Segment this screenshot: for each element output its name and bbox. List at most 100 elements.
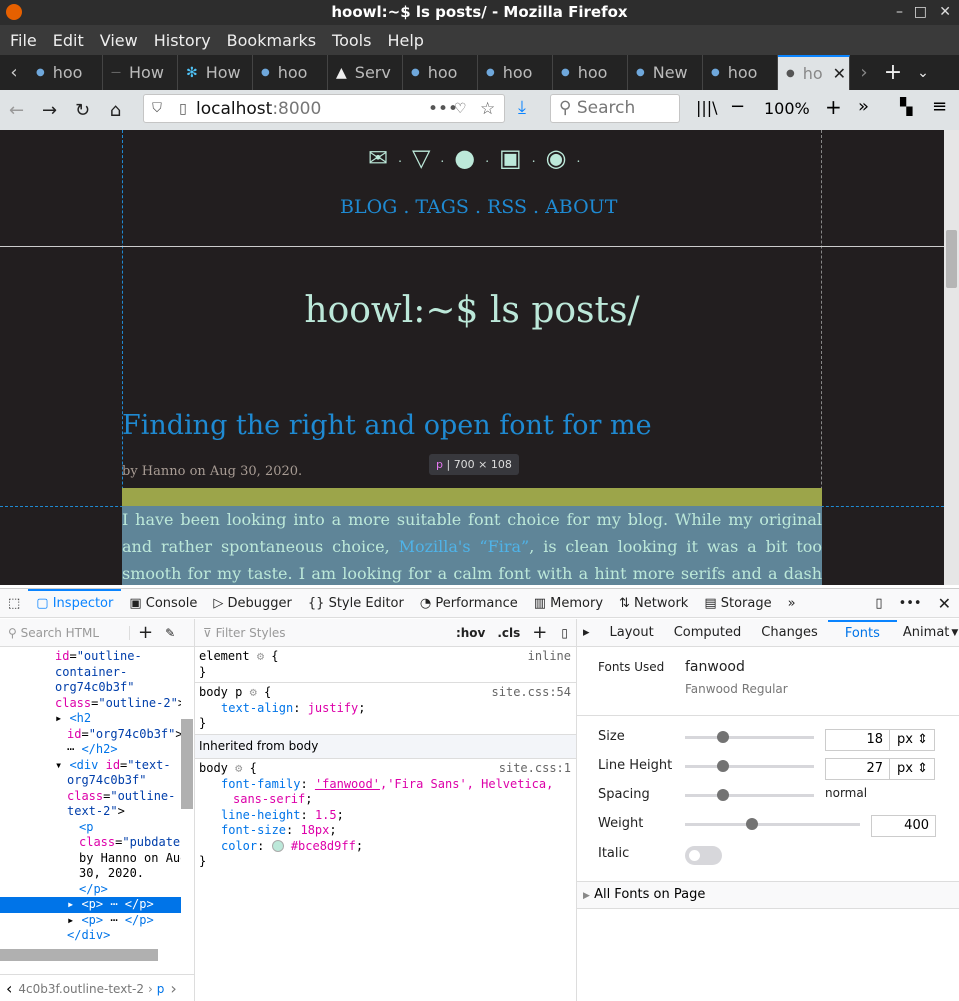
new-tab-button[interactable]: + xyxy=(878,60,908,85)
tab[interactable]: — How xyxy=(103,55,178,90)
tab-layout[interactable]: Layout xyxy=(600,625,664,640)
tab-memory[interactable]: ▥ Memory xyxy=(526,589,611,618)
menu-view[interactable]: View xyxy=(92,31,146,50)
breadcrumb-current[interactable]: p xyxy=(157,982,165,996)
page-actions-icon[interactable]: ••• xyxy=(428,99,458,119)
extensions-icon[interactable]: ▚ xyxy=(900,97,912,116)
search-html-input[interactable]: ⚲ Search HTML xyxy=(0,625,130,640)
mastodon-icon[interactable]: ◉ xyxy=(546,144,567,172)
size-slider[interactable] xyxy=(685,731,814,743)
menu-bookmarks[interactable]: Bookmarks xyxy=(219,31,324,50)
tab[interactable]: ● hoo xyxy=(478,55,553,90)
rule-gear-icon[interactable]: ⚙ xyxy=(250,685,257,699)
minimize-button[interactable]: – xyxy=(896,0,903,24)
markup-scrollbar[interactable] xyxy=(181,719,193,809)
hamburger-menu-icon[interactable]: ≡ xyxy=(932,96,947,117)
email-icon[interactable]: ✉ xyxy=(368,144,388,172)
filter-styles-input[interactable]: ⊽ Filter Styles xyxy=(195,626,286,640)
forward-button[interactable]: → xyxy=(33,100,66,121)
reload-button[interactable]: ↻ xyxy=(66,100,99,121)
tab[interactable]: ● New xyxy=(628,55,703,90)
weight-slider[interactable] xyxy=(685,818,860,830)
tab-changes[interactable]: Changes xyxy=(751,625,828,640)
markup-hscrollbar[interactable] xyxy=(0,949,158,961)
all-fonts-section[interactable]: ▶ All Fonts on Page xyxy=(577,881,959,909)
zoom-out-button[interactable]: − xyxy=(730,96,745,117)
size-unit-select[interactable]: px ⇕ xyxy=(889,729,935,751)
zoom-level[interactable]: 100% xyxy=(764,99,810,118)
source-link[interactable]: site.css:1 xyxy=(499,761,571,777)
pocket-icon[interactable]: ♡ xyxy=(454,101,480,117)
source-link[interactable]: site.css:54 xyxy=(492,685,571,701)
eyedropper-icon[interactable]: ✎ xyxy=(161,626,179,640)
scrollbar-thumb[interactable] xyxy=(946,230,957,288)
gitlab-icon[interactable]: ▽ xyxy=(412,144,430,172)
rule-gear-icon[interactable]: ⚙ xyxy=(257,649,264,663)
tab[interactable]: ● hoo xyxy=(253,55,328,90)
breadcrumb-item[interactable]: 4c0b3f.outline-text-2 xyxy=(18,982,144,996)
close-devtools-button[interactable]: ✕ xyxy=(930,589,959,618)
spacing-slider[interactable] xyxy=(685,789,814,801)
page-scrollbar[interactable] xyxy=(944,130,959,585)
tree-node-div[interactable]: ▾ <div id="text- xyxy=(0,758,181,774)
size-input[interactable]: 18 xyxy=(825,729,890,751)
tree-node-p-selected[interactable]: ▸ <p> ⋯ </p> xyxy=(0,897,181,913)
color-swatch[interactable] xyxy=(271,840,284,852)
tab-fonts[interactable]: Fonts xyxy=(827,619,897,646)
nav-tags[interactable]: TAGS xyxy=(415,196,469,218)
overflow-menu-icon[interactable]: » xyxy=(858,96,869,117)
search-input[interactable]: ⚲ Search xyxy=(550,94,680,123)
tabs-scroll-left-icon[interactable]: ‹ xyxy=(0,62,28,83)
dropdown-icon[interactable]: ▼ xyxy=(951,628,958,638)
tab[interactable]: ● hoo xyxy=(703,55,778,90)
tab-style-editor[interactable]: {} Style Editor xyxy=(300,589,412,618)
close-window-button[interactable]: ✕ xyxy=(939,0,951,24)
nav-about[interactable]: ABOUT xyxy=(545,196,617,218)
liberapay-icon[interactable]: ▣ xyxy=(499,144,522,172)
tree-node-h2[interactable]: ▸ <h2 xyxy=(0,711,181,727)
line-height-input[interactable]: 27 xyxy=(825,758,890,780)
zoom-in-button[interactable]: + xyxy=(825,95,842,119)
tab[interactable]: ▲ Serv xyxy=(328,55,403,90)
back-button[interactable]: ← xyxy=(0,100,33,121)
add-rule-button[interactable]: + xyxy=(526,622,553,643)
tab-active[interactable]: ● ho ✕ xyxy=(778,55,850,90)
tab-storage[interactable]: ▤ Storage xyxy=(696,589,779,618)
tab-inspector[interactable]: ▢ Inspector xyxy=(28,588,122,618)
download-icon[interactable]: ⤓ xyxy=(518,97,526,118)
maximize-button[interactable]: □ xyxy=(914,0,927,24)
line-height-unit-select[interactable]: px ⇕ xyxy=(889,758,935,780)
tab-computed[interactable]: Computed xyxy=(664,625,752,640)
tab[interactable]: ✻ How xyxy=(178,55,253,90)
line-height-slider[interactable] xyxy=(685,760,814,772)
home-button[interactable]: ⌂ xyxy=(99,100,132,121)
menu-history[interactable]: History xyxy=(146,31,219,50)
breadcrumb-right-icon[interactable]: › xyxy=(164,979,182,998)
responsive-design-icon[interactable]: ▯ xyxy=(867,589,890,618)
more-tools-icon[interactable]: » xyxy=(780,589,804,618)
tab-debugger[interactable]: ▷ Debugger xyxy=(205,589,300,618)
nav-blog[interactable]: BLOG xyxy=(340,196,397,218)
tab-network[interactable]: ⇅ Network xyxy=(611,589,696,618)
weight-input[interactable]: 400 xyxy=(871,815,936,837)
menu-file[interactable]: File xyxy=(2,31,45,50)
tab-console[interactable]: ▣ Console xyxy=(121,589,205,618)
breadcrumb-left-icon[interactable]: ‹ xyxy=(0,979,18,998)
cls-toggle[interactable]: .cls xyxy=(491,626,526,640)
tab-performance[interactable]: ◔ Performance xyxy=(412,589,526,618)
bookmark-star-icon[interactable]: ☆ xyxy=(480,99,504,119)
italic-toggle[interactable] xyxy=(685,846,722,865)
print-simulation-icon[interactable]: ▯ xyxy=(553,626,576,640)
tab-list-icon[interactable]: ⌄ xyxy=(908,65,938,81)
url-bar[interactable]: ⛉ ▯ localhost:8000 ••• ♡ ☆ xyxy=(143,94,505,123)
rule-gear-icon[interactable]: ⚙ xyxy=(235,761,242,775)
hov-toggle[interactable]: :hov xyxy=(450,626,491,640)
tree-node-p[interactable]: ▸ <p> ⋯ </p> xyxy=(0,913,181,929)
close-tab-icon[interactable]: ✕ xyxy=(833,64,846,83)
add-node-button[interactable]: + xyxy=(130,622,161,643)
devtools-menu-icon[interactable]: ••• xyxy=(891,589,930,618)
menu-tools[interactable]: Tools xyxy=(324,31,379,50)
tab[interactable]: ● hoo xyxy=(553,55,628,90)
tabs-scroll-right-icon[interactable]: › xyxy=(850,62,878,83)
github-icon[interactable]: ● xyxy=(454,144,475,172)
